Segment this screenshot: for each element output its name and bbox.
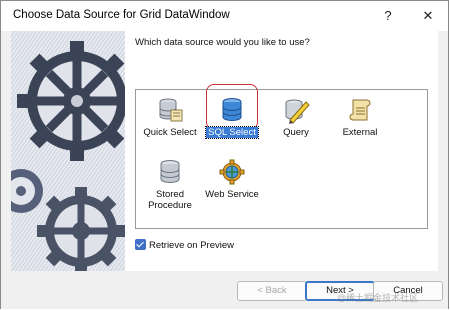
source-label: Query — [283, 127, 309, 138]
source-label-line1: Stored — [156, 189, 184, 200]
source-stored-procedure[interactable]: Stored Procedure — [140, 158, 200, 211]
retrieve-on-preview-checkbox[interactable] — [135, 239, 146, 250]
dialog-window: Choose Data Source for Grid DataWindow ?… — [0, 0, 449, 309]
source-sql-select[interactable]: SQL Select — [202, 96, 262, 139]
retrieve-on-preview-option[interactable]: Retrieve on Preview — [135, 239, 234, 251]
quick-select-icon — [156, 96, 184, 124]
data-source-list: Quick Select SQL Select Query External S… — [135, 84, 428, 229]
close-button[interactable]: ✕ — [413, 5, 443, 27]
source-web-service[interactable]: Web Service — [202, 158, 262, 200]
web-service-icon — [218, 158, 246, 186]
source-label: External — [342, 127, 378, 138]
gear-artwork-image — [11, 31, 125, 271]
query-icon — [282, 96, 310, 124]
source-quick-select[interactable]: Quick Select — [140, 96, 200, 138]
source-prompt: Which data source would you like to use? — [135, 37, 310, 48]
back-button[interactable]: < Back — [237, 281, 307, 301]
dialog-footer: < Back Next > Cancel @稀土掘金技术社区 — [1, 271, 448, 309]
sql-select-icon — [218, 96, 246, 124]
source-label: SQL Select — [205, 126, 259, 139]
title-bar: Choose Data Source for Grid DataWindow ?… — [1, 1, 448, 31]
window-title: Choose Data Source for Grid DataWindow — [13, 9, 230, 21]
external-icon — [346, 96, 374, 124]
source-external[interactable]: External — [330, 96, 390, 138]
source-label-line2: Procedure — [148, 200, 192, 211]
source-query[interactable]: Query — [266, 96, 326, 138]
source-label: Web Service — [205, 189, 259, 200]
watermark-text: @稀土掘金技术社区 — [337, 293, 419, 303]
help-button[interactable]: ? — [373, 5, 403, 27]
retrieve-on-preview-label: Retrieve on Preview — [149, 240, 235, 251]
stored-procedure-icon — [156, 158, 184, 186]
dialog-body: Which data source would you like to use?… — [11, 31, 438, 271]
source-label: Quick Select — [143, 127, 197, 138]
